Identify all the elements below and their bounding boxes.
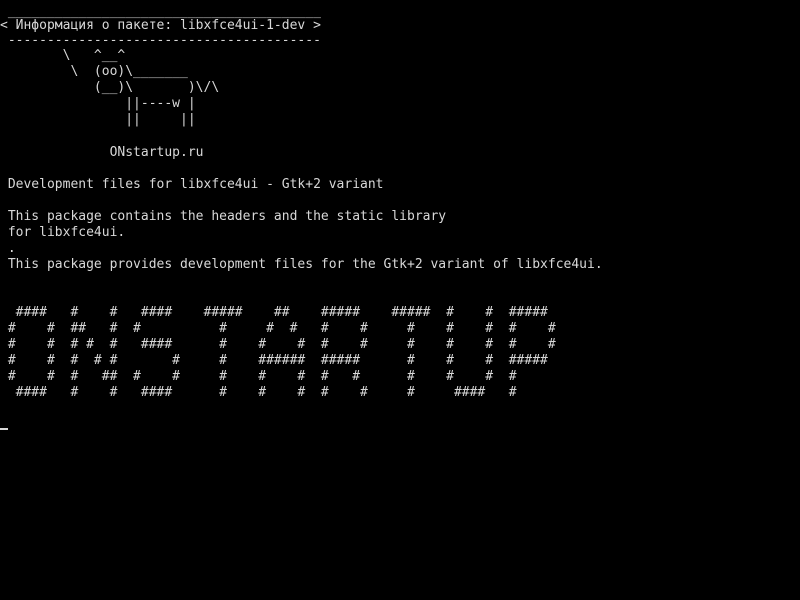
package-description-line: This package provides development files … [0,257,603,272]
cowsay-art-line: \ ^__^ [0,48,126,63]
ascii-banner-row: # # ## # # # # # # # # # # # # [0,321,556,336]
cowsay-art-line: ||----w | [0,96,196,111]
site-label: ONstartup.ru [0,145,204,160]
ascii-banner-row: # # # ## # # # # # # # # # # # [0,369,517,384]
ascii-banner-row: #### # # #### ##### ## ##### ##### # # #… [0,305,548,320]
package-description-line: This package contains the headers and th… [0,209,447,224]
speech-bubble-text: < Информация о пакете: libxfce4ui-1-dev … [0,18,321,33]
speech-bubble-bottom-border: ---------------------------------------- [0,33,321,48]
package-description-line: for libxfce4ui. [0,225,126,240]
text-cursor [0,428,8,430]
package-summary: Development files for libxfce4ui - Gtk+2… [0,177,384,192]
terminal-screen[interactable]: ________________________________________… [0,0,800,600]
ascii-banner-row: # # # # # #### # # # # # # # # # # [0,337,556,352]
ascii-banner-row: #### # # #### # # # # # # #### # [0,385,517,400]
package-description-separator: . [0,241,16,256]
cowsay-art-line: \ (oo)\_______ [0,64,188,79]
cowsay-art-line: || || [0,112,196,127]
ascii-banner-row: # # # # # # # ###### ##### # # # ##### [0,353,548,368]
cowsay-art-line: (__)\ )\/\ [0,80,220,95]
